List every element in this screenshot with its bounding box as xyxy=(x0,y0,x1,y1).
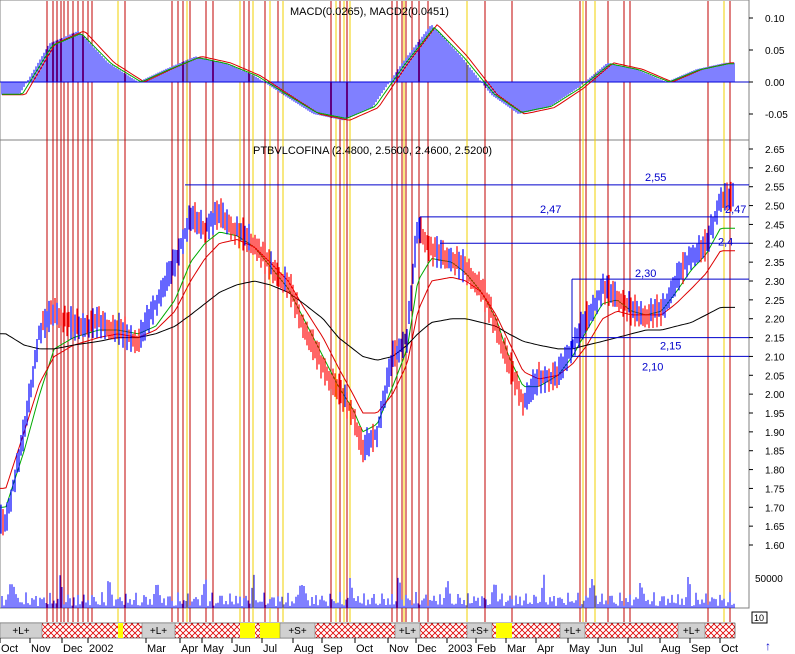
signal-label: +L+ xyxy=(399,626,416,637)
macd-y-axis: 0.10 0.05 0.00 -0.05 xyxy=(749,14,788,121)
price-plot xyxy=(0,181,735,536)
stock-chart: MACD(0.0265), MACD2(0.0451) 0.10 0.05 0.00… xyxy=(0,0,788,654)
price-tick-label: 1.70 xyxy=(765,503,785,514)
price-tick-label: 2.20 xyxy=(765,315,785,326)
price-tick-label: 2.10 xyxy=(765,352,785,363)
macd-tick-label: 0.10 xyxy=(765,14,785,25)
volume-scale-label: 10 xyxy=(754,613,764,623)
price-tick-label: 2.15 xyxy=(765,334,785,345)
ma-slow-line xyxy=(0,280,735,361)
x-tick-label: Aug xyxy=(294,643,314,654)
signal-label: +L+ xyxy=(564,626,581,637)
price-tick-label: 2.35 xyxy=(765,258,785,269)
level-label: 2,15 xyxy=(660,341,681,353)
price-title: PTBVLCOFINA (2.4800, 2.5600, 2.4600, 2.5… xyxy=(253,145,492,157)
macd-title: MACD(0.0265), MACD2(0.0451) xyxy=(290,6,449,18)
x-tick-label: Sep xyxy=(323,643,343,654)
x-tick-label: Sep xyxy=(691,643,711,654)
x-tick-label: Oct xyxy=(721,643,738,654)
price-tick-label: 1.95 xyxy=(765,409,785,420)
price-panel-frame xyxy=(0,139,750,609)
x-tick-label: May xyxy=(203,643,224,654)
signal-yellow-segment xyxy=(240,623,255,638)
level-label: 2,30 xyxy=(635,268,656,280)
x-tick-label: 2003 xyxy=(448,643,472,654)
signal-label: +L+ xyxy=(12,626,29,637)
price-tick-label: 1.90 xyxy=(765,428,785,439)
x-tick-label: Oct xyxy=(356,643,373,654)
scroll-up-arrow-icon[interactable]: ↑ xyxy=(765,639,771,653)
x-tick-label: May xyxy=(569,643,590,654)
price-tick-label: 2.00 xyxy=(765,390,785,401)
x-tick-label: Mar xyxy=(147,643,166,654)
x-tick-label: Apr xyxy=(537,643,554,654)
signal-yellow-segment xyxy=(118,623,123,638)
signal-yellow-segment xyxy=(260,623,280,638)
x-tick-label: Nov xyxy=(389,643,409,654)
volume-tick-label: 50000 xyxy=(755,574,783,585)
price-tick-label: 2.65 xyxy=(765,145,785,156)
price-tick-label: 2.05 xyxy=(765,371,785,382)
x-tick-label: Jun xyxy=(233,643,251,654)
macd-tick-label: 0.05 xyxy=(765,46,785,57)
price-tick-label: 2.50 xyxy=(765,202,785,213)
x-tick-label: Nov xyxy=(31,643,51,654)
ma-fast-line xyxy=(0,227,735,508)
x-tick-label: Mar xyxy=(507,643,526,654)
price-tick-label: 2.55 xyxy=(765,183,785,194)
price-tick-label: 2.60 xyxy=(765,164,785,175)
price-tick-label: 1.60 xyxy=(765,541,785,552)
price-y-axis: 2.65 2.60 2.55 2.50 2.45 2.40 2.35 2.30 2.25 2.20… xyxy=(749,145,785,552)
price-tick-label: 1.65 xyxy=(765,522,785,533)
signal-yellow-segment xyxy=(496,623,512,638)
x-tick-label: Aug xyxy=(661,643,681,654)
level-label: 2,10 xyxy=(642,361,663,373)
x-tick-label: Apr xyxy=(181,643,198,654)
level-label: 2,47 xyxy=(725,204,746,216)
price-tick-label: 2.25 xyxy=(765,296,785,307)
price-tick-label: 1.85 xyxy=(765,447,785,458)
x-tick-label: Feb xyxy=(477,643,496,654)
signal-label: +S+ xyxy=(288,626,307,637)
price-tick-label: 2.30 xyxy=(765,277,785,288)
x-axis: Oct Nov Dec 2002 Mar Apr May Jun Jul Aug Sep Oct Nov… xyxy=(0,638,738,654)
signal-bar: +L+ +L+ +S+ +L+ +S+ +L+ +L+ xyxy=(0,622,736,639)
x-tick-label: Dec xyxy=(63,643,83,654)
x-tick-label: 2002 xyxy=(89,643,113,654)
macd-tick-label: -0.05 xyxy=(765,110,788,121)
signal-label: +S+ xyxy=(470,626,489,637)
x-tick-label: Jul xyxy=(629,643,643,654)
price-tick-label: 2.40 xyxy=(765,239,785,250)
signal-label: +L+ xyxy=(150,626,167,637)
x-tick-label: Jun xyxy=(599,643,617,654)
level-label: 2,55 xyxy=(645,172,666,184)
signal-bar-background xyxy=(0,622,736,639)
price-tick-label: 1.75 xyxy=(765,484,785,495)
x-tick-label: Dec xyxy=(417,643,437,654)
level-label: 2,4 xyxy=(718,236,733,248)
x-tick-label: Oct xyxy=(1,643,18,654)
signal-label: +L+ xyxy=(683,626,700,637)
macd-histogram xyxy=(0,24,749,121)
price-tick-label: 1.80 xyxy=(765,466,785,477)
x-tick-label: Jul xyxy=(263,643,277,654)
level-label: 2,47 xyxy=(540,204,561,216)
price-tick-label: 2.45 xyxy=(765,220,785,231)
macd-tick-label: 0.00 xyxy=(765,78,785,89)
